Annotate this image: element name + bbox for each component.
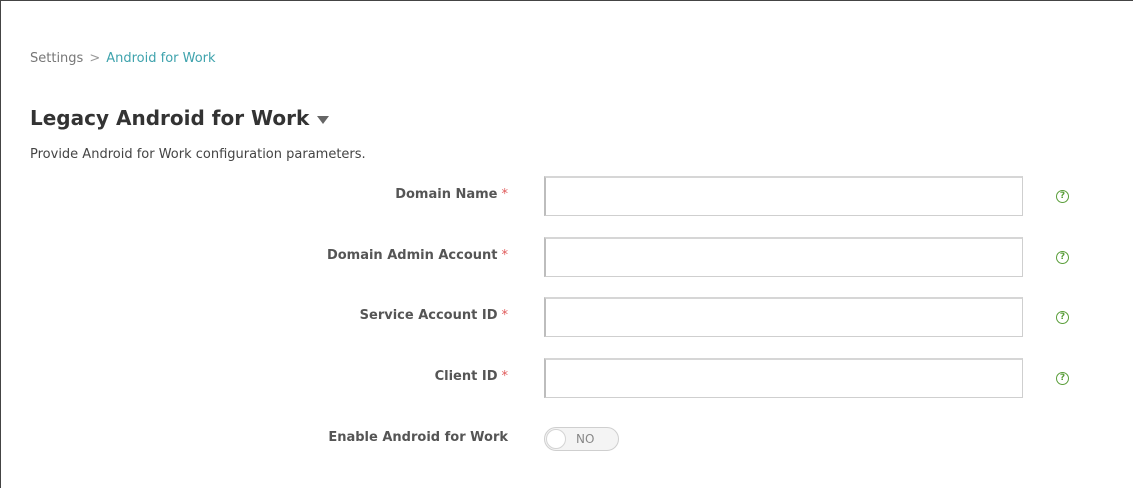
field-label: Domain Admin Account * xyxy=(327,248,508,263)
domain-admin-account-input[interactable] xyxy=(544,237,1023,277)
client-id-input[interactable] xyxy=(544,358,1023,398)
page-description: Provide Android for Work configuration p… xyxy=(30,147,366,162)
page-title: Legacy Android for Work xyxy=(30,106,310,130)
form-row-client-id: Client ID * ? xyxy=(1,358,1133,398)
required-marker: * xyxy=(501,369,509,384)
form-row-service-account-id: Service Account ID * ? xyxy=(1,297,1133,337)
field-label: Client ID * xyxy=(435,369,508,384)
field-label: Service Account ID * xyxy=(360,308,508,323)
caret-down-icon[interactable] xyxy=(317,115,330,124)
breadcrumb-current[interactable]: Android for Work xyxy=(106,51,215,66)
toggle-state-text: NO xyxy=(576,432,595,446)
field-label-text: Domain Name xyxy=(395,187,498,202)
form-row-domain-name: Domain Name * ? xyxy=(1,176,1133,216)
required-marker: * xyxy=(501,248,509,263)
breadcrumb-root[interactable]: Settings xyxy=(30,51,83,66)
form-row-enable-android-for-work: Enable Android for Work NO xyxy=(1,427,1133,467)
help-icon[interactable]: ? xyxy=(1056,372,1069,385)
required-marker: * xyxy=(501,308,509,323)
help-icon[interactable]: ? xyxy=(1056,190,1069,203)
page-title-group: Legacy Android for Work xyxy=(30,106,330,130)
toggle-knob[interactable] xyxy=(546,429,566,449)
field-label-text: Service Account ID xyxy=(359,308,498,323)
field-label-text: Domain Admin Account xyxy=(326,248,498,263)
page-frame: Settings > Android for Work Legacy Android… xyxy=(0,0,1133,488)
field-label-text: Client ID xyxy=(434,369,498,384)
enable-android-for-work-toggle[interactable]: NO xyxy=(544,427,619,451)
required-marker: * xyxy=(501,187,509,202)
form-row-domain-admin-account: Domain Admin Account * ? xyxy=(1,237,1133,277)
service-account-id-input[interactable] xyxy=(544,297,1023,337)
breadcrumb-separator: > xyxy=(89,51,101,66)
toggle-label: Enable Android for Work xyxy=(328,430,508,445)
field-label: Domain Name * xyxy=(395,187,508,202)
breadcrumb: Settings > Android for Work xyxy=(30,51,216,66)
help-icon[interactable]: ? xyxy=(1056,311,1069,324)
domain-name-input[interactable] xyxy=(544,176,1023,216)
help-icon[interactable]: ? xyxy=(1056,251,1069,264)
